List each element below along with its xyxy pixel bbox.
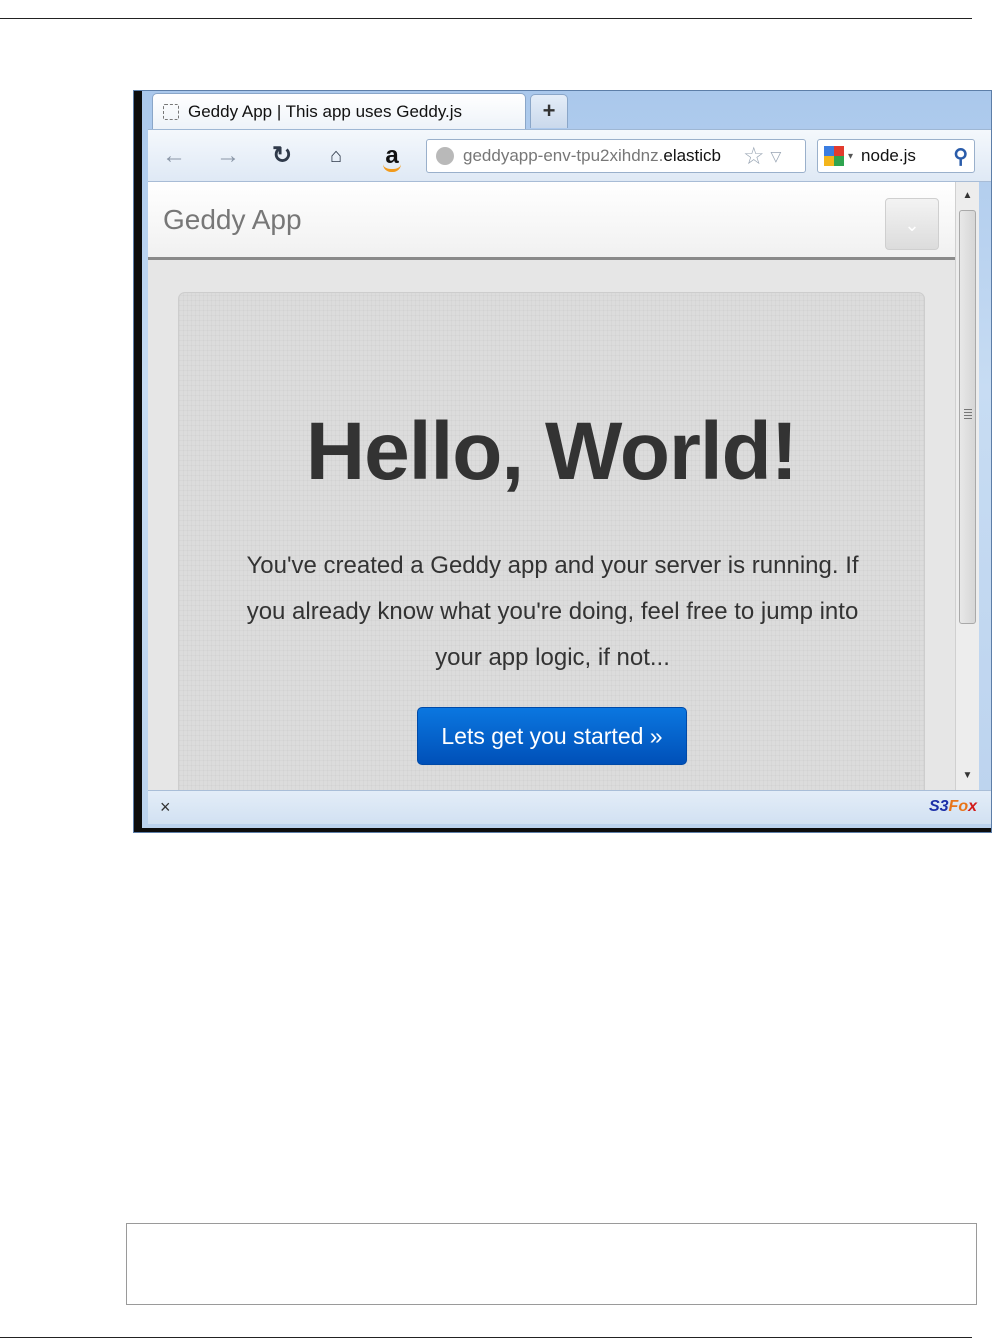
search-box[interactable]: ▾ node.js ⚲ [817,139,975,173]
search-input[interactable]: node.js [861,146,916,166]
url-host-prefix: geddyapp-env-tpu2xihdnz. [463,146,664,165]
home-icon[interactable]: ⌂ [320,140,352,172]
window-edge [134,91,142,832]
search-engine-dropdown-icon[interactable]: ▾ [848,151,853,162]
brand-link[interactable]: Geddy App [163,204,302,236]
back-arrow-icon[interactable]: ← [158,140,190,172]
navbar-collapse-button[interactable]: ⌄ [885,198,939,250]
navigation-toolbar: ← → ↻ ⌂ a geddyapp-env-tpu2xihdnz.elasti… [148,129,991,182]
addon-bar: × S3Fox [148,790,991,824]
document-bottom-rule [0,1337,972,1338]
amazon-icon[interactable]: a [376,140,408,172]
page-viewport: Geddy App ⌄ Hello, World! You've created… [148,182,955,790]
vertical-scrollbar[interactable]: ▲ ▼ [955,182,979,790]
s3fox-x-text: x [968,798,977,815]
app-navbar: Geddy App ⌄ [148,182,955,260]
s3fox-s3-text: S3 [928,798,949,815]
url-text: geddyapp-env-tpu2xihdnz.elasticb [463,146,739,166]
new-tab-button[interactable]: + [530,94,568,128]
tab-bar: Geddy App | This app uses Geddy.js + [148,91,991,129]
window-edge-bottom [134,828,991,832]
browser-tab-active[interactable]: Geddy App | This app uses Geddy.js [152,93,526,129]
blank-page-icon [163,103,179,120]
s3fox-icon[interactable]: S3Fox [929,798,977,816]
scrollbar-thumb[interactable] [959,210,976,624]
grip-icon [964,409,972,419]
get-started-button[interactable]: Lets get you started » [417,707,687,765]
reload-icon[interactable]: ↻ [266,140,298,172]
amazon-smile-icon [383,164,401,172]
hero-heading: Hello, World! [305,406,798,497]
url-host-highlight: elasticb [663,146,722,165]
hero-unit: Hello, World! You've created a Geddy app… [178,292,925,790]
scroll-down-arrow-icon[interactable]: ▼ [956,762,979,790]
close-icon[interactable]: × [160,797,171,818]
document-top-rule [0,18,972,19]
empty-note-box [126,1223,977,1305]
forward-arrow-icon[interactable]: → [212,140,244,172]
bookmark-star-icon[interactable]: ☆ [743,142,765,171]
tab-title: Geddy App | This app uses Geddy.js [188,101,463,121]
scroll-up-arrow-icon[interactable]: ▲ [956,182,979,210]
hero-lead: You've created a Geddy app and your serv… [246,552,859,671]
chevron-down-icon: ⌄ [904,215,920,235]
address-bar[interactable]: geddyapp-env-tpu2xihdnz.elasticb ☆ ▽ [426,139,806,173]
browser-window: Geddy App | This app uses Geddy.js + ← →… [133,90,992,833]
google-icon[interactable] [824,146,844,166]
globe-icon [436,147,454,165]
url-history-dropdown-icon[interactable]: ▽ [771,148,782,165]
search-icon[interactable]: ⚲ [953,144,968,169]
s3fox-fo-text: Fo [948,798,969,815]
